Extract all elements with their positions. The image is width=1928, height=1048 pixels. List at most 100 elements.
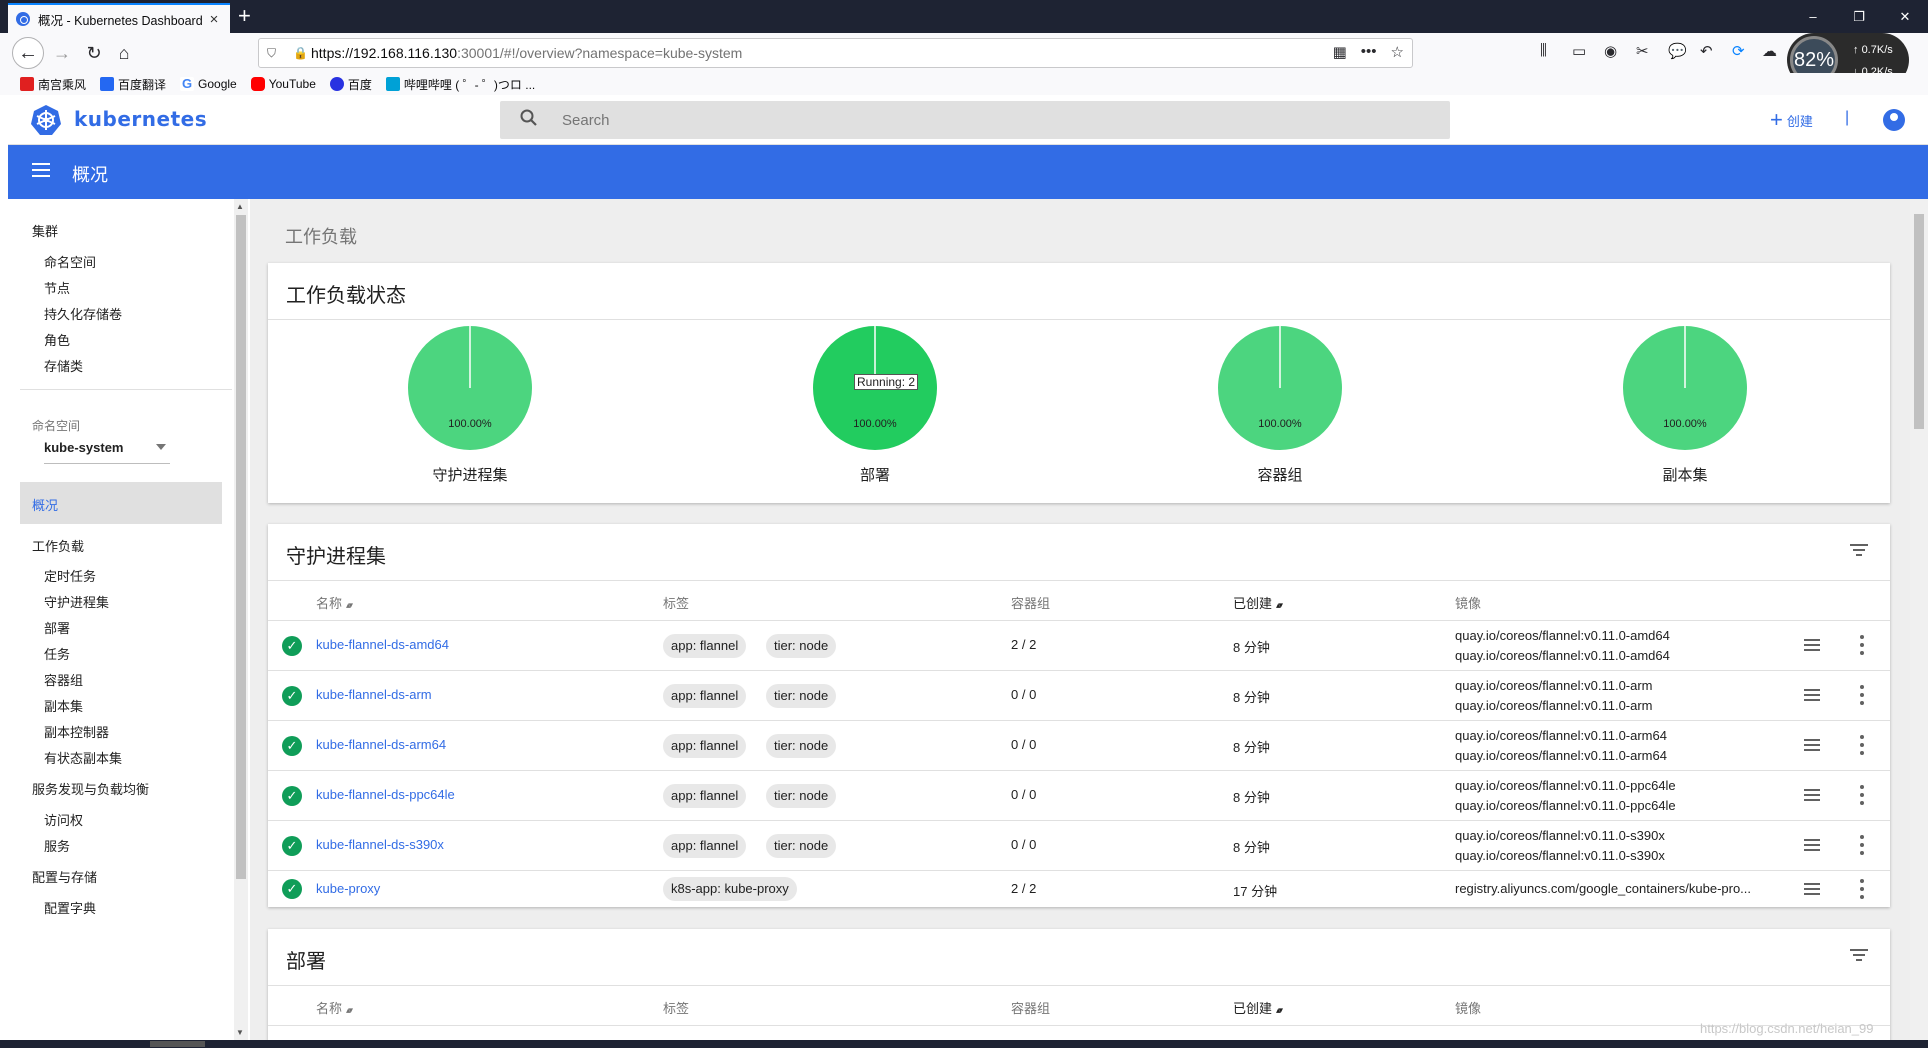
cloud-icon[interactable]: ☁	[1762, 42, 1777, 60]
daemonset-name-link[interactable]: kube-flannel-ds-ppc64le	[316, 787, 455, 802]
more-vert-icon[interactable]	[1860, 879, 1864, 899]
window-restore-button[interactable]: ❐	[1836, 0, 1882, 33]
created-age: 8 分钟	[1233, 690, 1270, 705]
sync-icon[interactable]: ⟳	[1732, 42, 1745, 60]
search-input[interactable]: Search	[500, 101, 1450, 139]
table-row: ✓ kube-proxy k8s-app: kube-proxy 2 / 2 1…	[268, 870, 1890, 907]
more-vert-icon[interactable]	[1860, 685, 1864, 705]
pods-count: 0 / 0	[1011, 837, 1037, 852]
more-vert-icon[interactable]	[1860, 835, 1864, 855]
pods-status-chart[interactable]: 100.00%	[1218, 326, 1342, 450]
filter-icon[interactable]	[1850, 544, 1868, 556]
new-tab-icon[interactable]: +	[238, 4, 251, 28]
page-actions-icon[interactable]: •••	[1361, 43, 1377, 61]
bookmark-item[interactable]: YouTube	[250, 77, 316, 91]
logs-icon[interactable]	[1804, 839, 1820, 852]
bookmark-item[interactable]: 百度	[329, 76, 372, 93]
qr-code-icon[interactable]: ▦	[1333, 43, 1347, 61]
reload-button[interactable]: ↻	[80, 39, 108, 67]
daemonset-name-link[interactable]: kube-flannel-ds-arm64	[316, 737, 446, 752]
logs-icon[interactable]	[1804, 789, 1820, 802]
window-minimize-button[interactable]: –	[1790, 0, 1836, 33]
search-icon	[520, 109, 550, 132]
forward-button[interactable]: →	[48, 39, 76, 67]
filter-icon[interactable]	[1850, 949, 1868, 961]
bookmark-star-icon[interactable]: ☆	[1391, 43, 1404, 61]
sidebar-item-discovery[interactable]: 服务发现与负载均衡	[32, 779, 149, 798]
sidebar-toggle-icon[interactable]: ▭	[1572, 42, 1586, 60]
sidebar-item-roles[interactable]: 角色	[44, 330, 70, 349]
logs-icon[interactable]	[1804, 639, 1820, 652]
tab-close-icon[interactable]: ×	[206, 11, 222, 28]
sidebar-item-statefulsets[interactable]: 有状态副本集	[44, 748, 122, 767]
sidebar-item-namespaces[interactable]: 命名空间	[44, 252, 96, 271]
more-vert-icon[interactable]	[1860, 635, 1864, 655]
logs-icon[interactable]	[1804, 883, 1820, 896]
library-icon[interactable]: ⫼	[1540, 42, 1547, 59]
sidebar-item-config-storage[interactable]: 配置与存储	[32, 867, 97, 886]
create-button[interactable]: + 创建	[1770, 107, 1813, 133]
column-header-name[interactable]: 名称	[316, 998, 351, 1017]
main-scrollbar-thumb[interactable]	[1914, 214, 1924, 429]
window-close-button[interactable]: ✕	[1882, 0, 1928, 33]
sidebar-item-replicasets[interactable]: 副本集	[44, 696, 83, 715]
column-header-created[interactable]: 已创建	[1233, 998, 1281, 1017]
daemonset-name-link[interactable]: kube-proxy	[316, 881, 380, 896]
browser-tab[interactable]: 概况 - Kubernetes Dashboard ×	[8, 3, 230, 33]
insecure-lock-icon[interactable]: 🔒	[293, 46, 311, 60]
sidebar-item-configmaps[interactable]: 配置字典	[44, 898, 96, 917]
replicasets-status-chart[interactable]: 100.00%	[1623, 326, 1747, 450]
sidebar-item-jobs[interactable]: 任务	[44, 644, 70, 663]
logs-icon[interactable]	[1804, 739, 1820, 752]
created-age: 17 分钟	[1233, 884, 1278, 899]
daemonsets-status-chart[interactable]: 100.00%	[408, 326, 532, 450]
kubernetes-logo-icon[interactable]	[30, 104, 62, 136]
sidebar-item-services[interactable]: 服务	[44, 836, 70, 855]
sidebar-item-workloads[interactable]: 工作负载	[32, 536, 84, 555]
namespace-select[interactable]: kube-system	[44, 440, 170, 464]
column-header-created[interactable]: 已创建	[1233, 593, 1281, 612]
brand-name[interactable]: kubernetes	[74, 107, 207, 131]
sidebar-item-storage-classes[interactable]: 存储类	[44, 356, 83, 375]
sidebar-item-cronjobs[interactable]: 定时任务	[44, 566, 96, 585]
column-header-name[interactable]: 名称	[316, 593, 351, 612]
scroll-up-icon[interactable]: ▲	[236, 202, 244, 211]
extension-icon[interactable]: ◉	[1604, 42, 1617, 60]
bookmark-item[interactable]: 南宫乘风	[20, 76, 86, 93]
daemonset-name-link[interactable]: kube-flannel-ds-s390x	[316, 837, 444, 852]
screenshot-icon[interactable]: ✂	[1636, 42, 1649, 60]
horizontal-scrollbar[interactable]	[0, 1040, 1928, 1048]
daemonset-name-link[interactable]: kube-flannel-ds-arm	[316, 687, 432, 702]
sidebar-item-cluster[interactable]: 集群	[32, 221, 58, 240]
sidebar-item-daemonsets[interactable]: 守护进程集	[44, 592, 109, 611]
logs-icon[interactable]	[1804, 689, 1820, 702]
undo-icon[interactable]: ↶	[1700, 42, 1713, 60]
more-vert-icon[interactable]	[1860, 735, 1864, 755]
sidebar-item-replication-controllers[interactable]: 副本控制器	[44, 722, 109, 741]
more-vert-icon[interactable]	[1860, 785, 1864, 805]
home-button[interactable]: ⌂	[110, 39, 138, 67]
add-icon: +	[1770, 107, 1783, 132]
pie-chart-icon	[1218, 326, 1342, 450]
menu-icon[interactable]	[32, 163, 50, 177]
chat-icon[interactable]: 💬	[1668, 42, 1687, 60]
sidebar-item-overview[interactable]: 概况	[20, 482, 222, 524]
sidebar-item-nodes[interactable]: 节点	[44, 278, 70, 297]
table-row: ✓ kube-flannel-ds-arm64 app: flannel tie…	[268, 720, 1890, 770]
bookmark-item[interactable]: 哔哩哔哩 ( ゜- ゜)つロ ...	[385, 76, 535, 93]
tracking-shield-icon[interactable]: ⛉	[267, 46, 283, 61]
url-bar[interactable]: ⛉ 🔒 https://192.168.116.130 :30001/#!/ov…	[258, 38, 1413, 68]
sidebar-item-persistent-volumes[interactable]: 持久化存储卷	[44, 304, 122, 323]
bookmark-item[interactable]: 百度翻译	[100, 76, 166, 93]
back-button[interactable]: ←	[12, 37, 44, 69]
sidebar-item-pods[interactable]: 容器组	[44, 670, 83, 689]
scroll-down-icon[interactable]: ▼	[236, 1028, 244, 1037]
sidebar-item-ingresses[interactable]: 访问权	[44, 810, 83, 829]
image-name: quay.io/coreos/flannel:v0.11.0-s390x	[1455, 828, 1665, 843]
horizontal-scrollbar-thumb[interactable]	[150, 1041, 205, 1047]
daemonset-name-link[interactable]: kube-flannel-ds-amd64	[316, 637, 449, 652]
bookmark-item[interactable]: G Google	[180, 77, 237, 91]
account-icon[interactable]	[1883, 109, 1905, 131]
sidebar-item-deployments[interactable]: 部署	[44, 618, 70, 637]
sidebar-scrollbar-thumb[interactable]	[236, 215, 246, 879]
